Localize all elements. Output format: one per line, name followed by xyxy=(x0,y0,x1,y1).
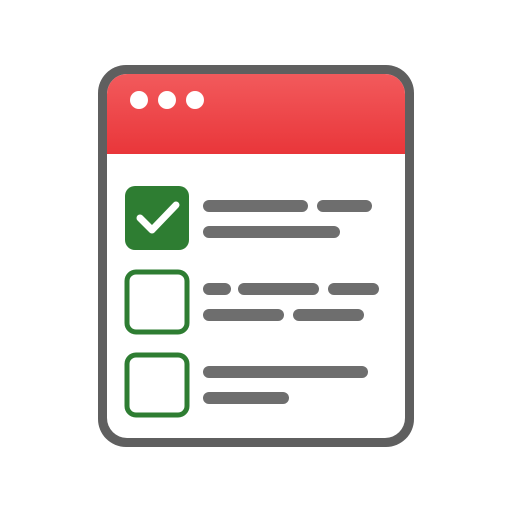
checklist-window-icon xyxy=(0,0,512,512)
checklist-svg xyxy=(98,65,414,447)
empty-checkbox-icon xyxy=(124,269,190,335)
empty-checkbox-icon xyxy=(124,352,190,418)
window-dot-1-icon xyxy=(130,91,148,109)
window-controls xyxy=(130,91,204,109)
window-dot-2-icon xyxy=(158,91,176,109)
window-dot-3-icon xyxy=(186,91,204,109)
checked-checkbox-icon xyxy=(125,186,189,250)
window-header xyxy=(107,74,405,154)
